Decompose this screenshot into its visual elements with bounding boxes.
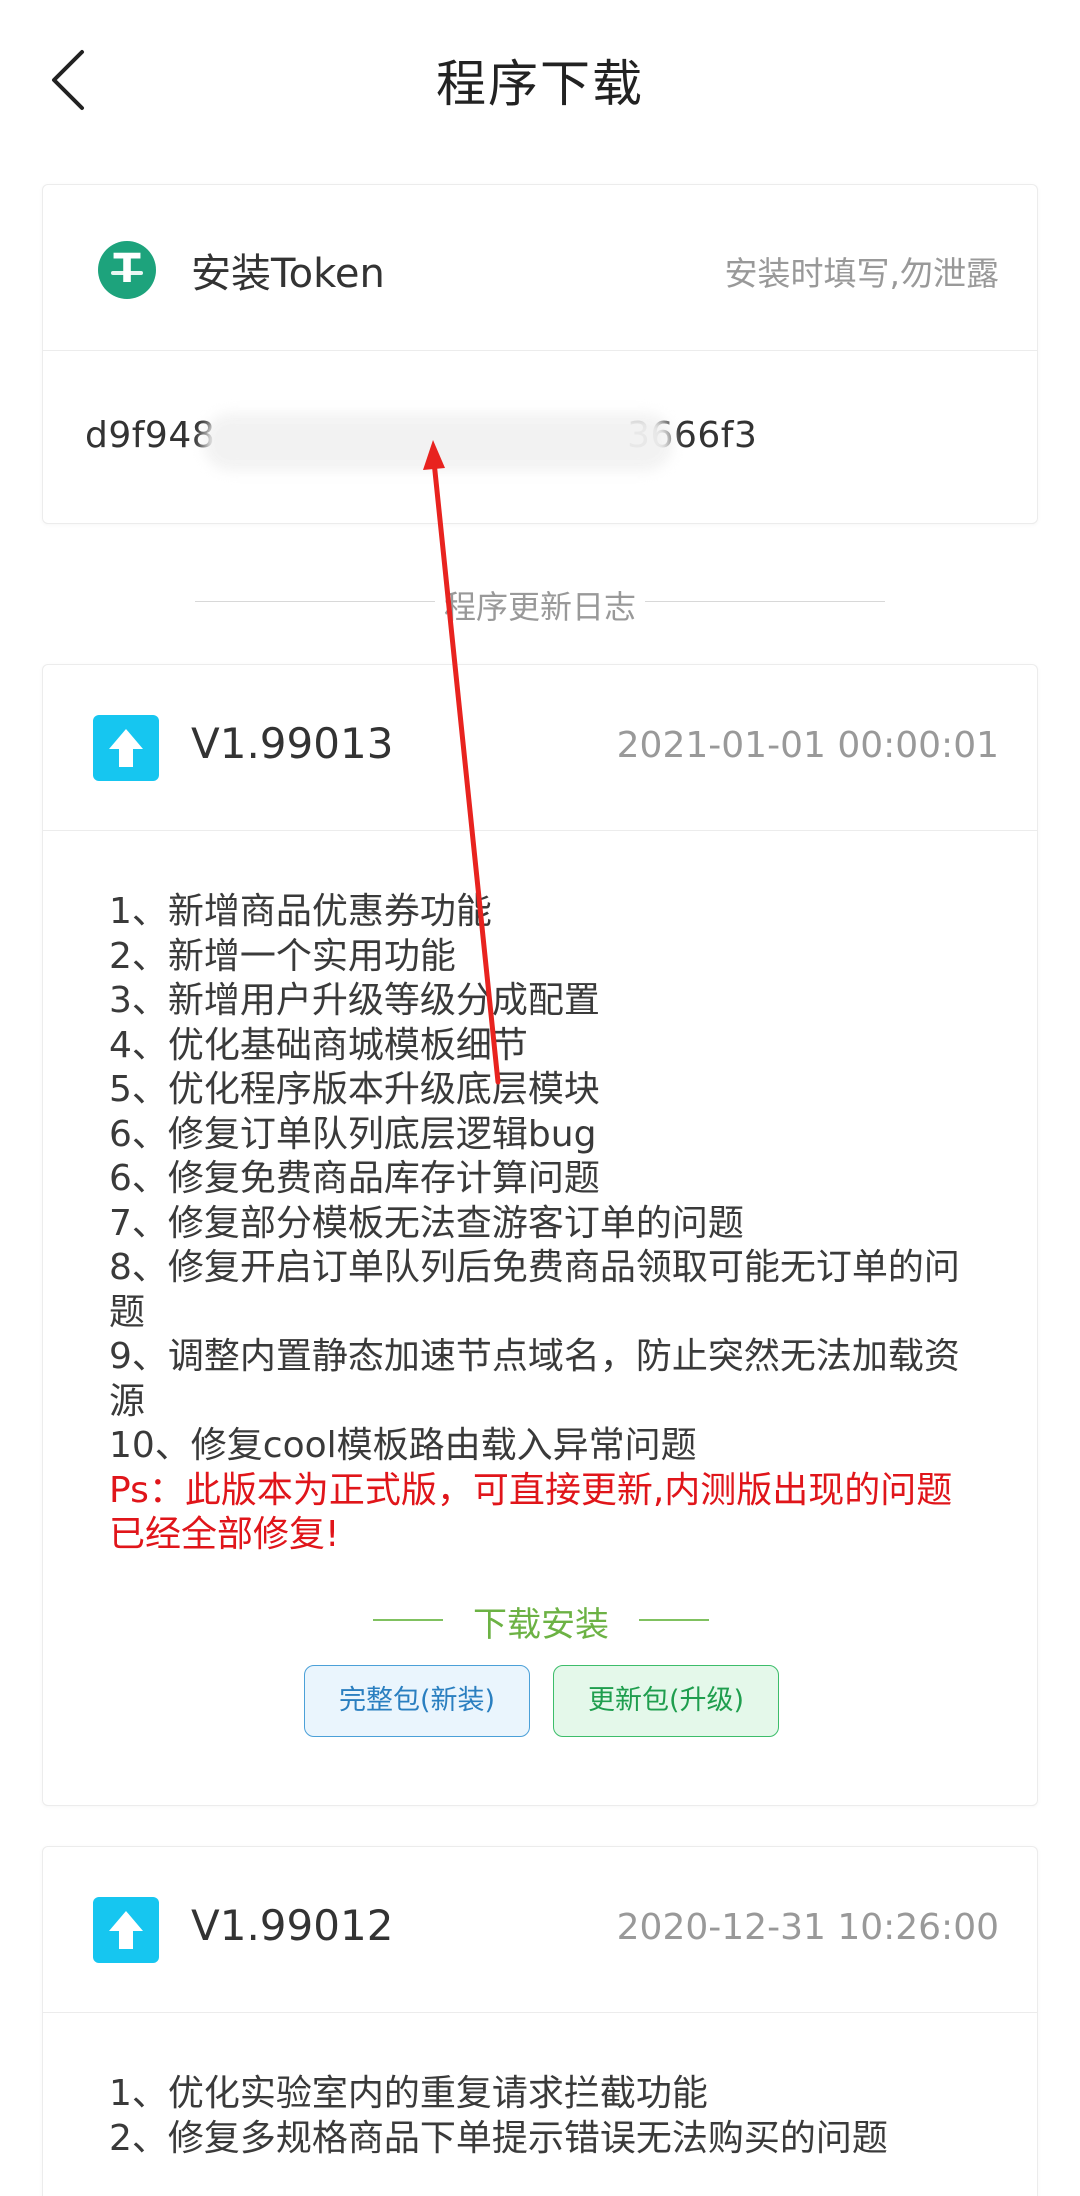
token-value-prefix: d9f948	[85, 415, 216, 456]
version-date: 2020-12-31 10:26:00	[616, 1907, 999, 1948]
version-card-header: V1.99012 2020-12-31 10:26:00	[43, 1847, 1037, 2013]
install-token-card: T 安装Token 安装时填写,勿泄露 d9f948 3666f3	[42, 184, 1038, 524]
release-note-item: 7、修复部分模板无法查游客订单的问题	[109, 1202, 744, 1244]
upload-arrow-icon	[93, 715, 159, 781]
download-install-heading: 下载安装	[373, 1597, 709, 1645]
version-card: V1.99012 2020-12-31 10:26:00 1、优化实验室内的重复…	[42, 1846, 1038, 2196]
version-number: V1.99012	[191, 1901, 394, 1950]
release-note-item: 5、优化程序版本升级底层模块	[109, 1069, 600, 1110]
release-note-item: 8、修复开启订单队列后免费商品领取可能无订单的问题	[109, 1247, 960, 1333]
token-label: 安装Token	[191, 251, 385, 297]
version-number: V1.99013	[191, 719, 394, 768]
release-note-ps: Ps：此版本为正式版，可直接更新,内测版出现的问题已经全部修复!	[109, 1469, 953, 1556]
release-note-item: 1、新增商品优惠券功能	[109, 891, 492, 932]
release-note-item: 6、修复订单队列底层逻辑bug	[109, 1113, 597, 1155]
token-card-header: T 安装Token 安装时填写,勿泄露	[43, 185, 1037, 351]
update-log-divider: 程序更新日志	[195, 582, 885, 626]
release-notes: 1、新增商品优惠券功能 2、新增一个实用功能 3、新增用户升级等级分成配置 4、…	[109, 890, 977, 1558]
full-package-button[interactable]: 完整包(新装)	[304, 1665, 530, 1737]
update-package-button[interactable]: 更新包(升级)	[553, 1665, 779, 1737]
release-notes: 1、优化实验室内的重复请求拦截功能 2、修复多规格商品下单提示错误无法购买的问题	[109, 2072, 977, 2161]
release-note-item: 10、修复cool模板路由载入异常问题	[109, 1425, 697, 1466]
download-install-label: 下载安装	[473, 1605, 609, 1645]
version-card-header: V1.99013 2021-01-01 00:00:01	[43, 665, 1037, 831]
version-card: V1.99013 2021-01-01 00:00:01 1、新增商品优惠券功能…	[42, 664, 1038, 1806]
version-date: 2021-01-01 00:00:01	[616, 725, 999, 766]
update-log-heading: 程序更新日志	[443, 588, 636, 626]
release-note-item: 1、优化实验室内的重复请求拦截功能	[109, 2073, 708, 2114]
release-note-item: 2、新增一个实用功能	[109, 935, 456, 977]
upload-arrow-icon	[93, 1897, 159, 1963]
release-note-item: 4、优化基础商城模板细节	[109, 1024, 528, 1066]
page-title: 程序下载	[436, 55, 644, 113]
token-redaction-blur	[203, 413, 673, 471]
tether-token-icon: T	[98, 241, 156, 299]
app-header: 程序下载	[0, 0, 1080, 158]
release-note-item: 3、新增用户升级等级分成配置	[109, 980, 600, 1021]
release-note-item: 6、修复免费商品库存计算问题	[109, 1158, 600, 1199]
release-note-item: 9、调整内置静态加速节点域名，防止突然无法加载资源	[109, 1336, 960, 1422]
release-note-item: 2、修复多规格商品下单提示错误无法购买的问题	[109, 2117, 888, 2159]
token-hint: 安装时填写,勿泄露	[724, 254, 1000, 293]
